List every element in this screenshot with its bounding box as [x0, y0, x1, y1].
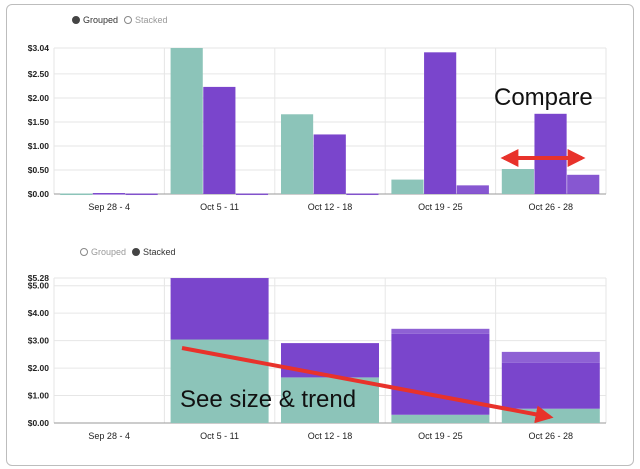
stacked-segment-1: [501, 408, 600, 423]
y-tick-label: $2.00: [28, 93, 50, 103]
bar-series-3: [456, 185, 489, 194]
stacked-segment-3: [281, 343, 379, 345]
bar-series-1: [281, 114, 314, 194]
x-tick-label: Oct 19 - 25: [418, 202, 463, 212]
stacked-segment-3: [391, 328, 490, 334]
stacked-segment-1: [391, 414, 490, 423]
bar-series-3: [346, 193, 379, 196]
y-tick-label: $0.00: [28, 189, 50, 199]
y-tick-label: $4.00: [28, 308, 50, 318]
stacked-segment-3: [501, 351, 600, 363]
y-tick-label: $1.50: [28, 117, 50, 127]
bar-series-1: [170, 48, 203, 194]
bar-series-1: [501, 169, 534, 194]
bar-series-3: [567, 174, 600, 194]
x-tick-label: Oct 19 - 25: [418, 431, 463, 441]
grouped-bar-chart: $0.00 $0.50 $1.00 $1.50 $2.00 $2.50 $3.04 Sep 2…: [28, 43, 607, 212]
y-tick-label: $0.50: [28, 165, 50, 175]
bar-series-1: [391, 179, 424, 194]
stacked-segment-2: [391, 333, 490, 415]
y-tick-label: $0.00: [28, 418, 50, 428]
grouped-chart-panel: Grouped Stacked $0.00 $0.50 $1.00 $1.50 $2.0…: [0, 0, 640, 230]
y-tick-label: $1.00: [28, 141, 50, 151]
x-tick-label: Oct 12 - 18: [308, 431, 353, 441]
bar-series-3: [235, 193, 269, 196]
x-tick-label: Sep 28 - 4: [88, 431, 130, 441]
x-tick-label: Oct 12 - 18: [308, 202, 353, 212]
bar-series-2: [203, 86, 236, 194]
x-tick-label: Oct 26 - 28: [529, 431, 574, 441]
x-tick-label: Oct 5 - 11: [200, 202, 239, 212]
bar-series-2: [92, 193, 126, 195]
stacked-chart-panel: Grouped Stacked $0.00 $1.00 $2.00 $3.00 $4.0…: [0, 232, 640, 468]
bar-series-2: [313, 134, 346, 194]
y-tick-label: $2.00: [28, 363, 50, 373]
stacked-segment-2: [281, 343, 379, 378]
stacked-segment-2: [501, 362, 600, 409]
stacked-segment-2: [170, 278, 269, 340]
x-tick-label: Sep 28 - 4: [88, 202, 130, 212]
x-tick-label: Oct 5 - 11: [200, 431, 239, 441]
stacked-bar-chart: $0.00$1.00$2.00$3.00$4.00$5.00$5.28Sep 2…: [28, 273, 607, 441]
y-tick-label: $3.04: [28, 43, 50, 53]
y-tick-label: $1.00: [28, 391, 50, 401]
y-tick-label: $3.00: [28, 336, 50, 346]
y-tick-label: $2.50: [28, 69, 50, 79]
trend-annotation: See size & trend: [180, 386, 357, 413]
compare-annotation: Compare: [494, 84, 593, 111]
bar-series-2: [534, 113, 567, 194]
bar-series-3: [125, 193, 158, 196]
y-tick-label: $5.28: [28, 273, 50, 283]
stacked-segment-3: [170, 278, 269, 279]
bar-series-1: [60, 193, 93, 196]
x-tick-label: Oct 26 - 28: [529, 202, 574, 212]
bar-series-2: [424, 52, 457, 194]
